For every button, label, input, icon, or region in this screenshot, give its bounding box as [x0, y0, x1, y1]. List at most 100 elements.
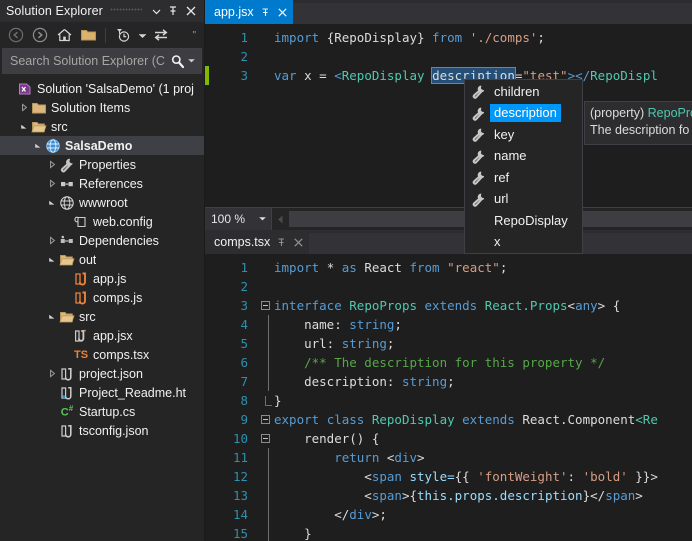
tree-item-startup-cs[interactable]: C#Startup.cs: [0, 402, 204, 421]
fold-toggle-icon[interactable]: [259, 301, 272, 310]
tree-item-comps-tsx[interactable]: TScomps.tsx: [0, 345, 204, 364]
tree-item-tsconfig-json[interactable]: tsconfig.json: [0, 421, 204, 440]
jsx-tag-span: span: [372, 488, 402, 503]
completion-item-children[interactable]: children: [465, 81, 582, 103]
chevron-down-icon[interactable]: [32, 141, 44, 150]
completion-item-ref[interactable]: ref: [465, 167, 582, 189]
chevron-down-icon[interactable]: [46, 198, 58, 207]
comps-tsx-code-pane[interactable]: 1import * as React from "react";23interf…: [205, 254, 692, 541]
tree-item-project-json[interactable]: project.json: [0, 364, 204, 383]
tree-item-app-js[interactable]: app.js: [0, 269, 204, 288]
search-options-chevron-icon[interactable]: [185, 56, 197, 67]
hscroll-left-arrow[interactable]: [272, 208, 289, 230]
tab-app-jsx[interactable]: app.jsx: [205, 0, 293, 24]
panel-pin-icon[interactable]: [164, 5, 182, 17]
chevron-down-icon[interactable]: [46, 255, 58, 264]
chevron-right-icon[interactable]: [46, 179, 58, 188]
code-line: 1import * as React from "react";: [205, 258, 692, 277]
fold-toggle-icon: [259, 448, 272, 467]
fold-toggle-icon: [259, 353, 272, 372]
type-string: string: [402, 374, 447, 389]
sync-icon[interactable]: [150, 25, 172, 45]
tree-item-web-config[interactable]: web.config: [0, 212, 204, 231]
tree-item-comps-js[interactable]: comps.js: [0, 288, 204, 307]
zoom-selector[interactable]: 100 %: [205, 208, 272, 230]
zoom-chevron-icon[interactable]: [258, 214, 267, 225]
jsx-angle: >: [650, 469, 658, 484]
top-editor-status-strip: 100 %: [205, 207, 692, 230]
generic-open: <: [568, 298, 576, 313]
jsx-angle: >;: [372, 507, 387, 522]
panel-dropdown-icon[interactable]: [149, 7, 164, 16]
chevron-right-icon[interactable]: [46, 160, 58, 169]
code-text: <span style={{ 'fontWeight': 'bold' }}>: [272, 469, 658, 484]
line-number: 14: [209, 507, 259, 522]
code-text: name: string;: [272, 317, 402, 332]
kw-var: var: [274, 68, 297, 83]
star: *: [327, 260, 342, 275]
chevron-right-icon[interactable]: [18, 103, 30, 112]
panel-close-icon[interactable]: [182, 5, 200, 17]
forward-icon[interactable]: [29, 25, 51, 45]
code-line: 9export class RepoDisplay extends React.…: [205, 410, 692, 429]
completion-item-key[interactable]: key: [465, 124, 582, 146]
completion-item-x[interactable]: x: [465, 232, 582, 254]
semicolon: ;: [394, 317, 402, 332]
tree-item-src[interactable]: src: [0, 307, 204, 326]
pending-changes-filter-icon[interactable]: [112, 25, 134, 45]
back-icon[interactable]: [5, 25, 27, 45]
completion-item-name[interactable]: name: [465, 146, 582, 168]
toolbar-overflow-icon[interactable]: ": [192, 30, 199, 41]
code-text: }: [272, 393, 282, 408]
kw-as: as: [342, 260, 365, 275]
solution-tree[interactable]: Solution 'SalsaDemo' (1 projSolution Ite…: [0, 76, 204, 541]
base-type: React.Component: [522, 412, 635, 427]
home-icon[interactable]: [53, 25, 75, 45]
line-number: 1: [209, 260, 259, 275]
panel-drag-grip[interactable]: [110, 5, 142, 17]
type-string: string: [342, 336, 387, 351]
chevron-down-icon[interactable]: [136, 25, 148, 45]
jsx-angle: <: [334, 68, 342, 83]
completion-item-description[interactable]: description: [465, 103, 582, 125]
fold-toggle-icon[interactable]: [259, 415, 272, 424]
tree-item-solution-items[interactable]: Solution Items: [0, 98, 204, 117]
completion-item-url[interactable]: url: [465, 189, 582, 211]
tree-item-salsademo[interactable]: SalsaDemo: [0, 136, 204, 155]
tree-item-dependencies[interactable]: Dependencies: [0, 231, 204, 250]
search-box[interactable]: [2, 48, 202, 74]
tab-comps-tsx[interactable]: comps.tsx: [205, 230, 309, 254]
tree-item-out[interactable]: out: [0, 250, 204, 269]
completion-item-repodisplay[interactable]: RepoDisplay: [465, 210, 582, 232]
intellisense-completion-list[interactable]: childrendescriptionkeynamerefurlRepoDisp…: [464, 79, 583, 254]
search-input[interactable]: [10, 54, 169, 68]
tree-item-label: wwwroot: [79, 196, 128, 210]
tree-item-project-readme-ht[interactable]: Project_Readme.ht: [0, 383, 204, 402]
chevron-right-icon[interactable]: [46, 236, 58, 245]
chevron-down-icon[interactable]: [18, 122, 30, 131]
fold-toggle-icon: [259, 396, 272, 406]
tab-close-icon[interactable]: [293, 237, 304, 248]
tab-close-icon[interactable]: [277, 7, 288, 18]
tree-item-properties[interactable]: Properties: [0, 155, 204, 174]
tree-item-references[interactable]: References: [0, 174, 204, 193]
base-type: React.Props: [485, 298, 568, 313]
kw-interface: interface: [274, 298, 349, 313]
line-number: 9: [209, 412, 259, 427]
colon: :: [568, 469, 583, 484]
tab-pin-icon[interactable]: [276, 237, 287, 248]
code-line: 12 <span style={{ 'fontWeight': 'bold' }…: [205, 467, 692, 486]
tree-item-wwwroot[interactable]: wwwroot: [0, 193, 204, 212]
fold-toggle-icon[interactable]: [259, 434, 272, 443]
folder-icon[interactable]: [77, 25, 99, 45]
kw-extends: extends: [425, 298, 485, 313]
kw-return: return: [274, 450, 387, 465]
brace: {: [409, 488, 417, 503]
jsx-close-tag-name: RepoDispl: [590, 68, 658, 83]
tree-item-app-jsx[interactable]: app.jsx: [0, 326, 204, 345]
tab-pin-icon[interactable]: [260, 7, 271, 18]
tree-item-solution-salsademo-1-proj[interactable]: Solution 'SalsaDemo' (1 proj: [0, 79, 204, 98]
tree-item-src[interactable]: src: [0, 117, 204, 136]
chevron-down-icon[interactable]: [46, 312, 58, 321]
chevron-right-icon[interactable]: [46, 369, 58, 378]
